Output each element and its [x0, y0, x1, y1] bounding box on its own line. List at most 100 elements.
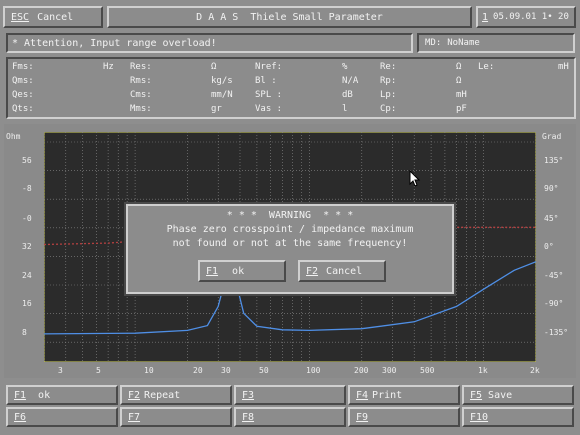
x-tick: 20	[193, 366, 203, 375]
x-tick: 300	[382, 366, 397, 375]
param-fms-unit: Hz	[103, 62, 114, 72]
y-right-tick: 45°	[544, 214, 559, 223]
model-name-field[interactable]: MD: NoName	[417, 33, 575, 53]
warning-dialog: * * * WARNING * * * Phase zero crosspoin…	[124, 202, 456, 296]
f4-label: Print	[372, 389, 403, 401]
param-vas-label: Vas :	[255, 104, 283, 114]
date-time-field[interactable]: 1 05.09.01 1• 20	[476, 6, 576, 28]
param-spl-label: SPL :	[255, 90, 283, 100]
param-cp-unit: pF	[456, 104, 467, 114]
status-message: * Attention, Input range overload!	[12, 37, 217, 49]
f4-print-button[interactable]: F4 Print	[348, 385, 460, 405]
param-cms-label: Cms:	[130, 90, 152, 100]
graph-area: Ohm 56 -8 -0 32 24 16 8 Grad 135° 90° 45…	[4, 124, 576, 378]
param-lp-label: Lp:	[380, 90, 397, 100]
param-nref-label: Nref:	[255, 62, 283, 72]
warning-line-2: not found or not at the same frequency!	[172, 238, 408, 249]
mouse-pointer-icon	[409, 170, 421, 187]
y-right-tick: 0°	[544, 242, 554, 251]
f6-button[interactable]: F6	[6, 407, 118, 427]
f9-button[interactable]: F9	[348, 407, 460, 427]
f10-button[interactable]: F10	[462, 407, 574, 427]
param-qes-label: Qes:	[12, 90, 34, 100]
x-tick: 200	[354, 366, 369, 375]
f5-label: Save	[488, 389, 513, 401]
f1-label: ok	[38, 389, 51, 401]
y-left-tick: -0	[22, 214, 32, 223]
param-mms-label: Mms:	[130, 104, 152, 114]
y-left-tick: 8	[22, 328, 27, 337]
warning-title: * * * WARNING * * *	[226, 210, 354, 221]
x-tick: 50	[259, 366, 269, 375]
dialog-cancel-label: Cancel	[326, 265, 363, 277]
f1-ok-button[interactable]: F1 ok	[6, 385, 118, 405]
window-title: D A A S Thiele Small Parameter	[196, 11, 383, 23]
y-left-tick: 32	[22, 242, 32, 251]
param-lp-unit: mH	[456, 90, 467, 100]
f5-key: F5	[470, 389, 483, 401]
param-fms-label: Fms:	[12, 62, 34, 72]
param-res-label: Res:	[130, 62, 152, 72]
f3-button[interactable]: F3	[234, 385, 346, 405]
date-time-value: 05.09.01 1• 20	[493, 12, 569, 22]
param-res-unit: Ω	[211, 62, 217, 72]
cancel-key-label: F2	[306, 265, 319, 277]
f7-key: F7	[128, 411, 141, 423]
x-tick: 1k	[478, 366, 488, 375]
y-right-tick: -90°	[544, 299, 564, 308]
date-key-label: 1	[482, 11, 489, 23]
dialog-ok-button[interactable]: F1 ok	[198, 260, 286, 282]
y-right-tick: 90°	[544, 184, 559, 193]
param-mms-unit: gr	[211, 104, 222, 114]
ok-label: ok	[232, 265, 245, 277]
y-left-tick: 56	[22, 156, 32, 165]
y-left-tick: 16	[22, 299, 32, 308]
ok-key-label: F1	[206, 265, 219, 277]
f7-button[interactable]: F7	[120, 407, 232, 427]
escape-cancel-button[interactable]: ESC Cancel	[3, 6, 103, 28]
param-re-unit: Ω	[456, 62, 462, 72]
window-title-bar: D A A S Thiele Small Parameter	[107, 6, 472, 28]
y-right-unit: Grad	[542, 132, 562, 141]
param-bl-unit: N/A	[342, 76, 359, 86]
f2-repeat-button[interactable]: F2 Repeat	[120, 385, 232, 405]
status-message-box: * Attention, Input range overload!	[6, 33, 413, 53]
x-tick: 3	[58, 366, 63, 375]
f5-save-button[interactable]: F5 Save	[462, 385, 574, 405]
dialog-cancel-button[interactable]: F2 Cancel	[298, 260, 386, 282]
y-left-unit: Ohm	[6, 132, 21, 141]
f9-key: F9	[356, 411, 369, 423]
param-rp-unit: Ω	[456, 76, 462, 86]
param-le-unit: mH	[558, 62, 569, 72]
f8-button[interactable]: F8	[234, 407, 346, 427]
y-right-tick: -135°	[544, 328, 569, 337]
f1-key: F1	[14, 389, 27, 401]
param-rms-unit: kg/s	[211, 76, 233, 86]
esc-key-label: ESC	[11, 11, 30, 23]
x-tick: 10	[144, 366, 154, 375]
x-tick: 30	[221, 366, 231, 375]
x-tick: 100	[306, 366, 321, 375]
f6-key: F6	[14, 411, 27, 423]
y-left-tick: -8	[22, 184, 32, 193]
y-left-tick: 24	[22, 271, 32, 280]
f2-label: Repeat	[144, 389, 181, 401]
param-spl-unit: dB	[342, 90, 353, 100]
f3-key: F3	[242, 389, 255, 401]
param-vas-unit: l	[342, 104, 348, 114]
param-cms-unit: mm/N	[211, 90, 233, 100]
cancel-label: Cancel	[37, 11, 74, 23]
x-tick: 5	[96, 366, 101, 375]
parameters-panel: Fms: Hz Res: Ω Nref: % Re: Ω Le: mH Qms:…	[6, 57, 576, 119]
f4-key: F4	[356, 389, 369, 401]
param-nref-unit: %	[342, 62, 348, 72]
f8-key: F8	[242, 411, 255, 423]
warning-line-1: Phase zero crosspoint / impedance maximu…	[166, 224, 414, 235]
model-value: NoName	[447, 38, 480, 48]
x-tick: 500	[420, 366, 435, 375]
param-le-label: Le:	[478, 62, 495, 72]
param-rms-label: Rms:	[130, 76, 152, 86]
param-rp-label: Rp:	[380, 76, 397, 86]
param-bl-label: Bl :	[255, 76, 277, 86]
y-right-tick: -45°	[544, 271, 564, 280]
